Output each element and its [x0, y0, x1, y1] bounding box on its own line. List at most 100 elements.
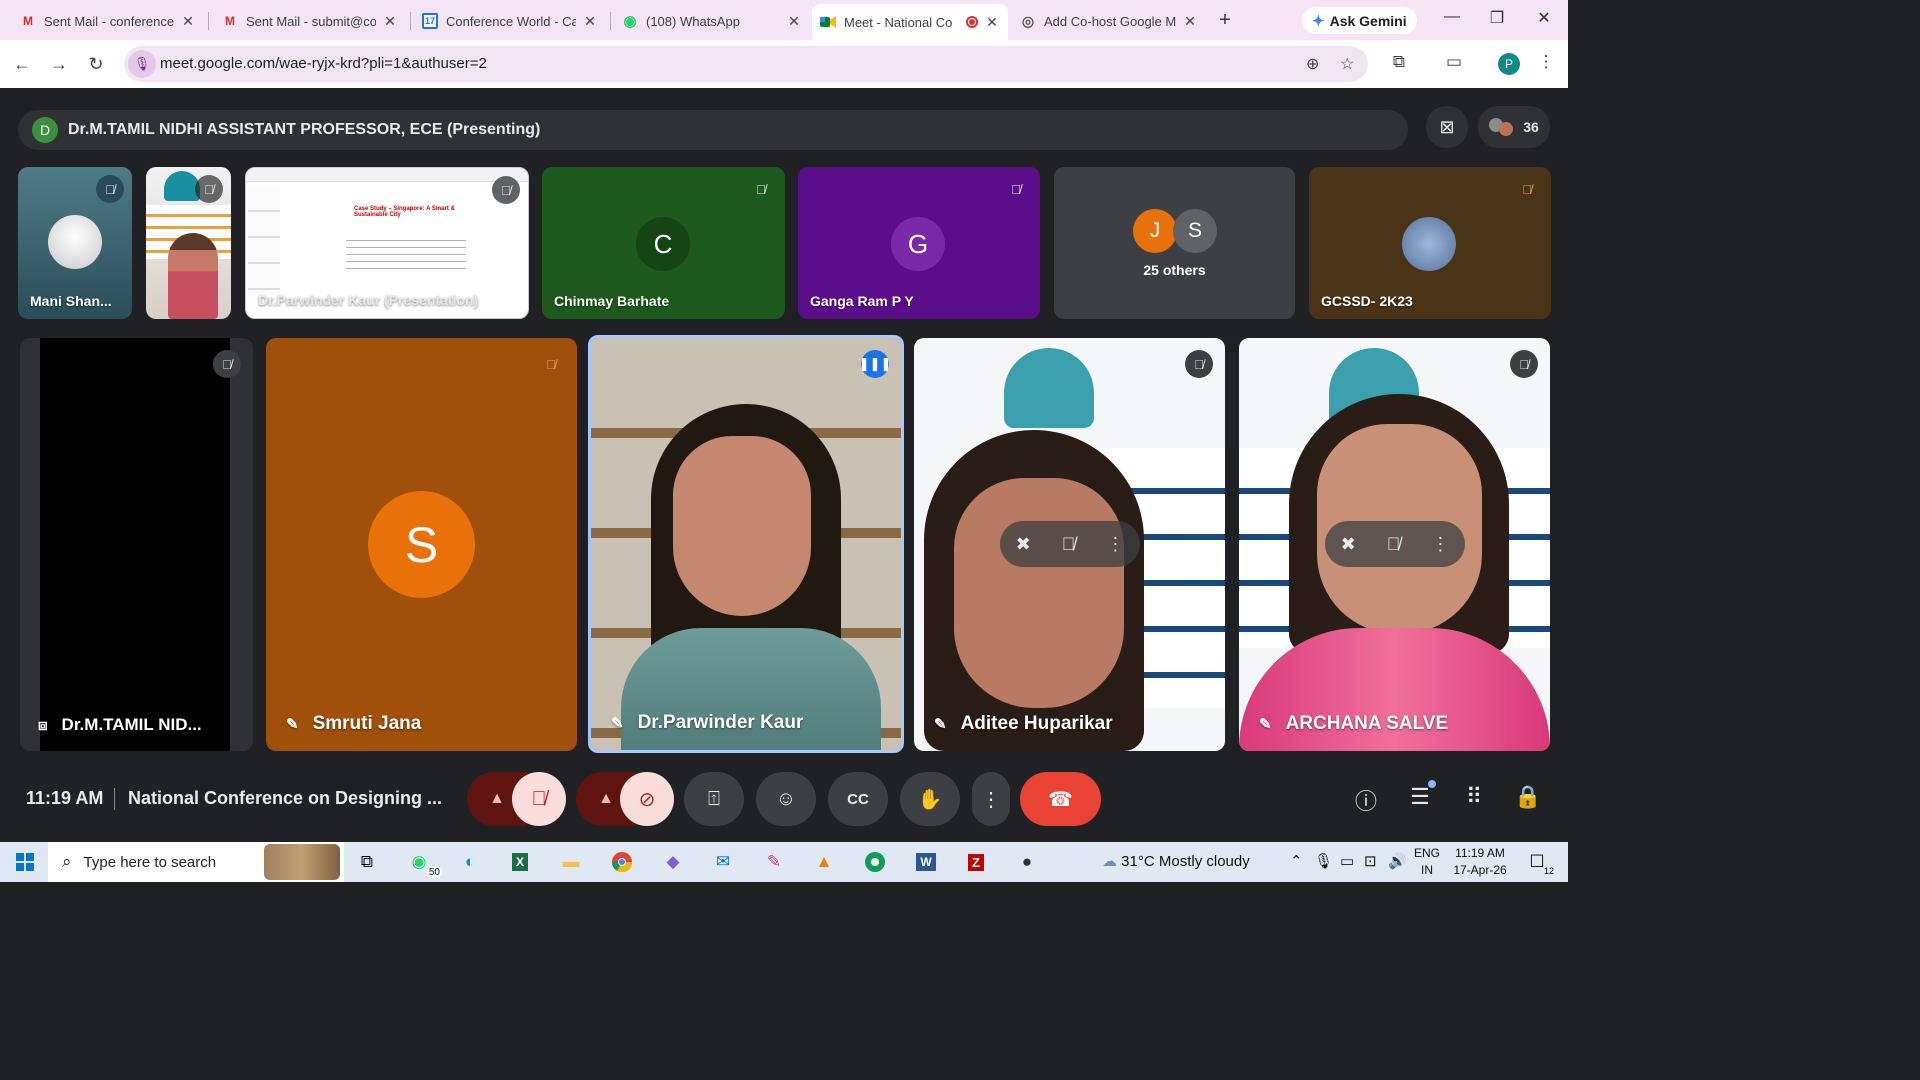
more-vert-icon: ⋮ — [981, 788, 1001, 811]
participants-button[interactable]: 36 — [1478, 106, 1550, 148]
camera-toggle-button[interactable]: ⊘ — [620, 772, 674, 826]
volume-icon[interactable]: 🔊 — [1388, 852, 1407, 870]
minimize-button[interactable]: — — [1440, 8, 1464, 26]
present-screen-button[interactable]: ⍐ — [684, 772, 744, 826]
windows-start-icon[interactable] — [10, 848, 40, 876]
tab-whatsapp[interactable]: ◉ (108) WhatsApp ✕ — [614, 6, 810, 36]
host-controls-icon[interactable]: 🔒 — [1512, 784, 1544, 810]
filezilla-icon[interactable]: Z — [961, 848, 991, 876]
more-options-icon[interactable]: ⋮ — [1431, 534, 1449, 555]
edge-icon[interactable]: ◐ — [455, 848, 485, 876]
taskbar-search[interactable]: ⌕ Type here to search — [48, 842, 344, 882]
chrome-icon[interactable] — [607, 848, 637, 876]
file-explorer-icon[interactable]: ▬ — [556, 848, 586, 876]
avatar: S — [1173, 209, 1217, 253]
mute-participant-icon[interactable]: 🎙̸ — [1387, 534, 1401, 555]
obs-icon[interactable]: ● — [1012, 848, 1042, 876]
mic-off-icon: 🎙̸ — [195, 175, 223, 203]
participant-tile-mani[interactable]: 🎙̸ Mani Shan... — [18, 167, 132, 319]
back-icon[interactable]: ← — [10, 52, 34, 76]
mute-participant-icon[interactable]: 🎙̸ — [1062, 534, 1076, 555]
participant-tile-camera[interactable]: 🎙̸ — [146, 167, 231, 319]
mic-site-icon[interactable]: 🎙 — [128, 50, 156, 78]
participant-tile-chinmay[interactable]: C 🎙̸ Chinmay Barhate — [542, 167, 785, 319]
task-view-icon[interactable]: ⧉ — [352, 848, 382, 876]
extensions-icon[interactable]: ⧉ — [1387, 52, 1411, 72]
search-highlight-image — [264, 844, 340, 880]
reload-icon[interactable]: ↻ — [84, 52, 108, 76]
presenting-pin-icon: ⧈ — [38, 716, 48, 734]
layout-off-button[interactable]: ⊠ — [1426, 106, 1468, 148]
weather-widget[interactable]: ☁ 31°C Mostly cloudy — [1102, 852, 1250, 870]
excel-icon[interactable]: X — [505, 848, 535, 876]
avatar: G — [891, 217, 945, 271]
restore-button[interactable]: ❐ — [1485, 8, 1509, 28]
whatsapp-app-icon[interactable]: ◉ 50 — [404, 848, 442, 878]
presenting-banner[interactable]: D Dr.M.TAMIL NIDHI ASSISTANT PROFESSOR, … — [18, 110, 1408, 150]
url-text[interactable]: meet.google.com/wae-ryjx-krd?pli=1&authu… — [160, 55, 487, 72]
menu-dots-icon[interactable]: ⋮ — [1534, 52, 1558, 72]
person-clothes — [621, 628, 881, 750]
close-icon[interactable]: ✕ — [786, 13, 802, 30]
tab-sent-mail-1[interactable]: M Sent Mail - conferencev ✕ — [12, 6, 204, 36]
close-window-button[interactable]: ✕ — [1532, 8, 1556, 28]
search-placeholder: Type here to search — [83, 853, 217, 871]
word-icon[interactable]: W — [911, 848, 941, 876]
forward-icon[interactable]: → — [47, 52, 71, 76]
chrome-profile-icon[interactable] — [860, 848, 890, 876]
globe-icon: ◎ — [1021, 12, 1035, 29]
activities-icon[interactable]: ⠿ — [1458, 784, 1490, 810]
notifications-icon[interactable]: ☐ 12 — [1522, 848, 1554, 876]
chat-icon[interactable]: ☰ — [1404, 780, 1436, 810]
tab-conference-world[interactable]: 17 Conference World - Cal ✕ — [414, 6, 606, 36]
close-icon[interactable]: ✕ — [1182, 13, 1198, 30]
meeting-info-icon[interactable]: ⓘ — [1350, 784, 1382, 816]
outlook-icon[interactable]: ✉ — [708, 848, 738, 876]
close-icon[interactable]: ✕ — [180, 13, 196, 30]
more-options-icon[interactable]: ⋮ — [1106, 534, 1124, 555]
participant-tile-aditee[interactable]: 🎙̸ ✖ 🎙̸ ⋮ ✎ Aditee Huparikar — [914, 338, 1225, 751]
participant-tile-gcssd[interactable]: 🎙̸ GCSSD- 2K23 — [1309, 167, 1551, 319]
vlc-icon[interactable]: ▲ — [809, 848, 839, 876]
participant-count: 36 — [1523, 119, 1539, 135]
paint-icon[interactable]: ✎ — [759, 848, 789, 876]
system-clock[interactable]: 11:19 AM 17-Apr-26 — [1450, 845, 1510, 879]
close-icon[interactable]: ✕ — [984, 14, 1000, 31]
participant-tile-archana[interactable]: 🎙̸ ✖ 🎙̸ ⋮ ✎ ARCHANA SALVE — [1239, 338, 1550, 751]
show-hidden-icons-icon[interactable]: ⌃ — [1290, 852, 1303, 870]
m365-icon[interactable]: ◆ — [658, 848, 688, 876]
others-tile[interactable]: J S 25 others — [1054, 167, 1295, 319]
more-options-button[interactable]: ⋮ — [972, 772, 1010, 826]
presentation-tile[interactable]: Case Study – Singapore: A Smart & Sustai… — [245, 167, 529, 319]
participant-tile-ganga[interactable]: G 🎙̸ Ganga Ram P Y — [798, 167, 1040, 319]
close-icon[interactable]: ✕ — [382, 13, 398, 30]
ask-gemini-button[interactable]: ✦ Ask Gemini — [1302, 7, 1417, 34]
network-icon[interactable]: ⊡ — [1364, 852, 1377, 870]
participant-tile-smruti[interactable]: S 🎙̸ ✎ Smruti Jana — [266, 338, 577, 751]
reactions-button[interactable]: ☺ — [756, 772, 816, 826]
language-indicator[interactable]: ENG IN — [1414, 845, 1440, 879]
raise-hand-button[interactable]: ✋ — [900, 772, 960, 826]
participant-tile-tamil[interactable]: 🎙̸ ⧈ Dr.M.TAMIL NID... — [20, 338, 253, 751]
new-tab-button[interactable]: + — [1213, 8, 1237, 32]
captions-button[interactable]: CC — [828, 772, 888, 826]
zoom-icon[interactable]: ⊕ — [1306, 54, 1319, 74]
mic-toggle-button[interactable]: 🎙̸ — [512, 772, 566, 826]
tab-title: Sent Mail - conferencev — [44, 13, 174, 29]
battery-icon[interactable]: ▭ — [1340, 852, 1354, 870]
profile-avatar[interactable]: P — [1498, 53, 1520, 75]
tab-add-cohost[interactable]: ◎ Add Co-host Google M ✕ — [1012, 6, 1206, 36]
bookmark-star-icon[interactable]: ☆ — [1340, 54, 1354, 74]
participant-tile-parwinder[interactable]: ❚❚❚ ✎ Dr.Parwinder Kaur — [588, 335, 904, 753]
close-icon[interactable]: ✕ — [582, 13, 598, 30]
omnibox[interactable]: 🎙 meet.google.com/wae-ryjx-krd?pli=1&aut… — [124, 46, 1368, 82]
unpin-icon[interactable]: ✖ — [1341, 534, 1356, 555]
leave-call-button[interactable]: ☎ — [1020, 772, 1101, 826]
speaking-indicator-icon: ❚❚❚ — [859, 350, 891, 378]
tab-sent-mail-2[interactable]: M Sent Mail - submit@co ✕ — [214, 6, 406, 36]
tab-meet-active[interactable]: Meet - National Co ✕ — [812, 4, 1008, 40]
unpin-icon[interactable]: ✖ — [1016, 534, 1031, 555]
microphone-tray-icon[interactable]: 🎙 — [1314, 852, 1333, 870]
cast-icon[interactable]: ▭ — [1442, 52, 1466, 72]
name-row: ✎ Dr.Parwinder Kaur — [611, 712, 803, 734]
